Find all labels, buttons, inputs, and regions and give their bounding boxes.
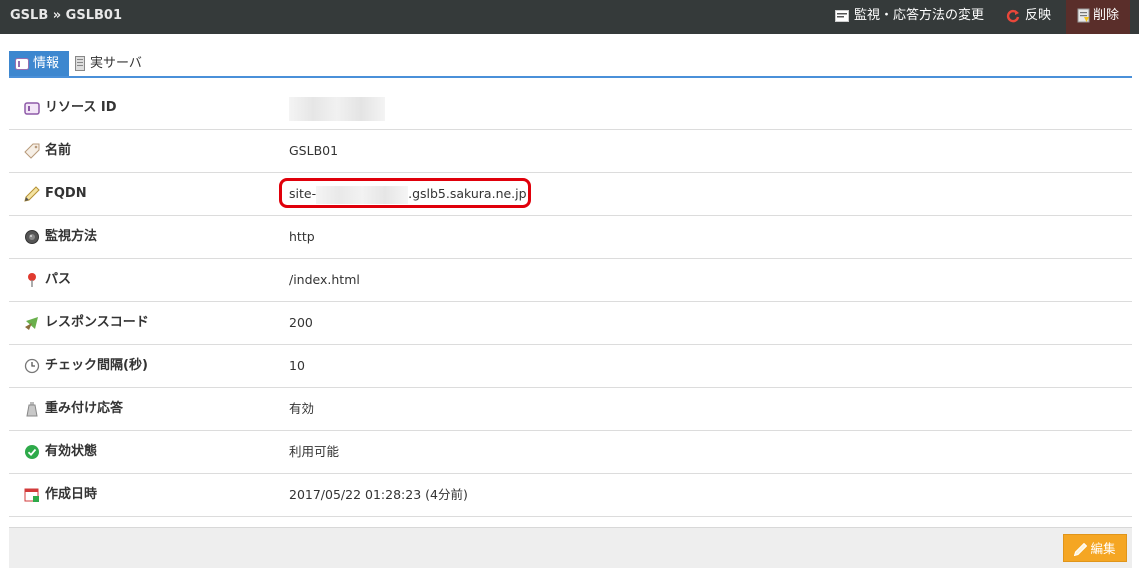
status-value: 利用可能 [289,444,340,459]
breadcrumb: GSLB » GSLB01 [10,8,122,23]
detail-row-path: パス /index.html [9,259,1132,302]
monitor-settings-icon [835,9,849,22]
footer-bar: 編集 [9,527,1132,568]
detail-row-response-code: レスポンスコード 200 [9,302,1132,345]
delete-button[interactable]: 削除 [1066,0,1130,34]
detail-label: パス [45,272,72,287]
redacted-resource-id [289,96,385,121]
change-monitor-method-label: 監視・応答方法の変更 [854,8,985,23]
detail-label: リソース ID [45,100,117,115]
detail-label: 重み付け応答 [45,401,124,416]
delete-icon [1077,8,1090,23]
detail-row-status: 有効状態 利用可能 [9,431,1132,474]
created-at-value: 2017/05/22 01:28:23 (4分前) [289,487,468,502]
reflect-label: 反映 [1025,8,1052,23]
detail-label: FQDN [45,186,87,201]
detail-row-resource-id: リソース ID [9,87,1132,130]
detail-label: 名前 [45,143,72,158]
change-monitor-method-button[interactable]: 監視・応答方法の変更 [835,0,984,34]
top-bar: GSLB » GSLB01 監視・応答方法の変更 反映 削除 [0,0,1139,34]
lens-icon [25,229,39,244]
tab-real-servers[interactable]: 実サーバ [75,51,142,76]
pin-icon [28,272,36,287]
name-value: GSLB01 [289,143,339,158]
detail-row-name: 名前 GSLB01 [9,130,1132,173]
detail-row-check-interval: チェック間隔(秒) 10 [9,345,1132,388]
check-icon [25,444,39,459]
check-interval-value: 10 [289,358,305,373]
detail-row-monitor-method: 監視方法 http [9,216,1132,259]
server-icon [75,56,85,71]
calendar-icon [24,488,39,502]
weight-icon [26,401,38,416]
detail-label: レスポンスコード [45,315,149,330]
detail-label: 監視方法 [45,229,98,244]
fqdn-prefix: site- [289,186,317,201]
delete-label: 削除 [1092,8,1119,23]
edit-button[interactable]: 編集 [1063,534,1127,562]
tag-icon [24,143,40,159]
tab-real-servers-label: 実サーバ [90,56,142,71]
tab-info[interactable]: 情報 [9,51,69,76]
detail-label: 有効状態 [45,444,98,459]
detail-row-created-at: 作成日時 2017/05/22 01:28:23 (4分前) [9,474,1132,517]
detail-table: リソース ID 名前 GSLB01 FQDN site- .gslb5.sakur… [9,87,1132,517]
weighted-response-value: 有効 [289,401,315,416]
resource-id-value [289,87,385,129]
reflect-button[interactable]: 反映 [1006,0,1051,34]
path-value: /index.html [289,272,360,287]
response-icon [25,316,38,330]
detail-row-weighted-response: 重み付け応答 有効 [9,388,1132,431]
edit-pencil-icon [1074,542,1088,557]
fqdn-value: site- .gslb5.sakura.ne.jp [279,173,531,215]
detail-row-fqdn: FQDN site- .gslb5.sakura.ne.jp [9,173,1132,216]
id-card-icon [24,101,40,115]
detail-label: チェック間隔(秒) [45,358,148,373]
edit-label: 編集 [1090,541,1116,556]
pencil-icon [24,185,40,202]
tab-info-label: 情報 [33,56,60,71]
info-card-icon [15,57,29,70]
refresh-icon [1006,9,1020,22]
monitor-method-value: http [289,229,315,244]
detail-label: 作成日時 [45,487,98,502]
response-code-value: 200 [289,315,313,330]
clock-icon [24,358,40,373]
fqdn-suffix: .gslb5.sakura.ne.jp [408,186,527,201]
tab-bar: 情報 実サーバ [9,51,1132,78]
